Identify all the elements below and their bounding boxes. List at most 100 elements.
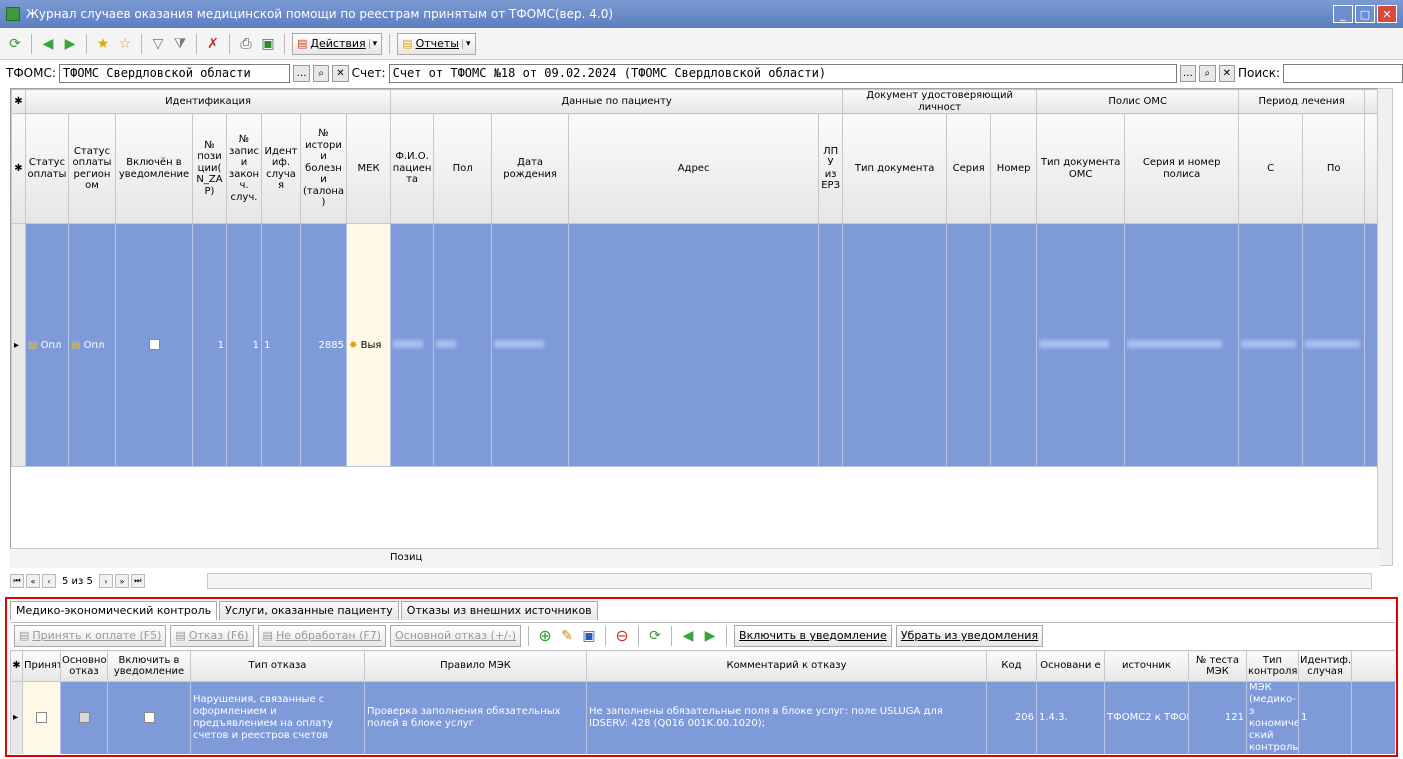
excel-export-icon[interactable]: ▣ [259, 35, 277, 53]
number-cell[interactable] [990, 223, 1038, 467]
select-all-icon[interactable]: ✱ [10, 650, 23, 682]
first-page-icon[interactable]: ⏮ [10, 574, 24, 588]
refusal-type-cell[interactable]: Нарушения, связанные с оформлением и пре… [190, 681, 365, 754]
sex-cell[interactable] [433, 223, 493, 467]
ellipsis-icon[interactable]: … [1179, 64, 1197, 82]
col-sex[interactable]: Пол [433, 113, 493, 224]
refuse-button[interactable]: ▤ Отказ (F6) [170, 624, 254, 647]
chevron-down-icon[interactable]: ▾ [462, 38, 471, 49]
fio-cell[interactable] [390, 223, 435, 467]
test-no-cell[interactable]: 121 [1188, 681, 1247, 754]
col-address[interactable]: Адрес [568, 113, 820, 224]
filter-clear-icon[interactable]: ✗ [204, 35, 222, 53]
next-page-icon[interactable]: › [98, 574, 113, 588]
to-cell[interactable] [1302, 223, 1366, 467]
back-arrow-icon[interactable]: ◀ [679, 627, 697, 645]
save-icon[interactable]: ▣ [580, 627, 598, 645]
vertical-scrollbar[interactable] [1377, 88, 1393, 566]
col-case-id[interactable]: Идентиф. случая [1298, 650, 1352, 682]
back-arrow-icon[interactable]: ◀ [39, 35, 57, 53]
include-cell[interactable] [107, 681, 191, 754]
col-to[interactable]: По [1302, 113, 1366, 224]
col-include[interactable]: Включить в уведомление [107, 650, 191, 682]
col-case-id[interactable]: Идент иф. случа я [261, 113, 301, 224]
prev-page-icon[interactable]: ‹ [42, 574, 56, 588]
col-comment[interactable]: Комментарий к отказу [586, 650, 987, 682]
chevron-down-icon[interactable]: ▾ [368, 38, 377, 49]
col-test-no[interactable]: № теста МЭК [1188, 650, 1247, 682]
control-type-cell[interactable]: МЭК (медико-э кономиче ский контроль) [1246, 681, 1299, 754]
address-cell[interactable] [568, 223, 820, 467]
add-favorite-icon[interactable]: ★ [94, 35, 112, 53]
favorites-icon[interactable]: ☆ [116, 35, 134, 53]
add-icon[interactable]: ⊕ [536, 626, 554, 645]
col-birth[interactable]: Дата рождения [491, 113, 570, 224]
print-icon[interactable]: ⎙ [237, 35, 255, 53]
search-icon[interactable]: ⌕ [1199, 64, 1216, 82]
accepted-cell[interactable] [22, 681, 61, 754]
next-page-fast-icon[interactable]: » [114, 574, 129, 588]
comment-cell[interactable]: Не заполнены обязательные поля в блоке у… [586, 681, 987, 754]
mek-cell[interactable]: ✸ Выя [345, 223, 392, 467]
code-cell[interactable]: 206 [986, 681, 1037, 754]
last-page-icon[interactable]: ⏭ [130, 574, 145, 588]
clear-icon[interactable]: ✕ [332, 64, 349, 82]
refresh-icon[interactable]: ⟳ [646, 627, 664, 645]
table-row[interactable]: ▸ ▤ Опл ▤ Опл 1 1 1 2885 ✸ Выя [11, 223, 1379, 467]
col-accepted[interactable]: Принят [22, 650, 61, 682]
pay-status-region-cell[interactable]: ▤ Опл [68, 223, 116, 467]
col-rule[interactable]: Правило МЭК [364, 650, 587, 682]
search-icon[interactable]: ⌕ [312, 64, 330, 82]
clear-icon[interactable]: ✕ [1218, 64, 1235, 82]
col-number[interactable]: Номер [990, 113, 1038, 224]
edit-icon[interactable]: ✎ [558, 627, 576, 645]
col-oms-type[interactable]: Тип документа ОМС [1036, 113, 1126, 224]
tab-services[interactable]: Услуги, оказанные пациенту [219, 601, 399, 620]
checkbox[interactable] [143, 711, 155, 723]
source-cell[interactable]: ТФОМС2 к ТФОМ [1104, 681, 1189, 754]
forward-arrow-icon[interactable]: ▶ [61, 35, 79, 53]
col-code[interactable]: Код [986, 650, 1037, 682]
col-position[interactable]: № пози ции( N_ZA P) [192, 113, 227, 224]
tab-external-refusals[interactable]: Отказы из внешних источников [400, 601, 598, 620]
select-all-icon[interactable]: ✱ [11, 89, 26, 114]
main-refusal-cell[interactable] [60, 681, 108, 754]
include-in-notice-button[interactable]: Включить в уведомление [734, 624, 892, 647]
unprocessed-button[interactable]: ▤ Не обработан (F7) [257, 624, 386, 647]
col-series[interactable]: Серия [946, 113, 992, 224]
col-mek[interactable]: МЕК [345, 113, 392, 224]
col-basis[interactable]: Основани е [1036, 650, 1105, 682]
col-from[interactable]: С [1238, 113, 1304, 224]
col-pay-status[interactable]: Статус оплаты [25, 113, 69, 224]
col-source[interactable]: источник [1104, 650, 1189, 682]
row-indicator[interactable]: ▸ [11, 223, 26, 467]
case-id-cell[interactable]: 1 [1298, 681, 1352, 754]
accept-button[interactable]: ▤ Принять к оплате (F5) [14, 624, 167, 647]
refresh-icon[interactable]: ⟳ [6, 35, 24, 53]
tab-mek[interactable]: Медико-экономический контроль [10, 601, 218, 620]
select-all-icon[interactable]: ✱ [11, 113, 26, 224]
actions-button[interactable]: ▤ Действия ▾ [292, 32, 383, 55]
remove-from-notice-button[interactable]: Убрать из уведомления [895, 624, 1044, 647]
search-input[interactable] [1283, 63, 1403, 83]
prev-page-fast-icon[interactable]: « [26, 574, 40, 588]
col-fio[interactable]: Ф.И.О. пациен та [390, 113, 435, 224]
position-cell[interactable]: 1 [192, 223, 227, 467]
forward-arrow-icon[interactable]: ▶ [701, 627, 719, 645]
pay-status-cell[interactable]: ▤ Опл [25, 223, 69, 467]
horizontal-scrollbar[interactable] [206, 573, 1372, 589]
filter-apply-icon[interactable]: ⧩ [171, 35, 189, 53]
account-field[interactable]: Счет от ТФОМС №18 от 09.02.2024 (ТФОМС С… [388, 63, 1177, 83]
col-doc-type[interactable]: Тип документа [842, 113, 948, 224]
history-cell[interactable]: 2885 [300, 223, 347, 467]
col-record[interactable]: № запис и закон ч. случ. [226, 113, 262, 224]
case-id-cell[interactable]: 1 [261, 223, 301, 467]
oms-type-cell[interactable] [1036, 223, 1126, 467]
policy-num-cell[interactable] [1124, 223, 1240, 467]
in-notice-cell[interactable] [115, 223, 193, 467]
minimize-button[interactable]: _ [1333, 5, 1353, 23]
from-cell[interactable] [1238, 223, 1304, 467]
reports-button[interactable]: ▤ Отчеты ▾ [397, 32, 476, 55]
col-refusal-type[interactable]: Тип отказа [190, 650, 365, 682]
rule-cell[interactable]: Проверка заполнения обязательных полей в… [364, 681, 587, 754]
